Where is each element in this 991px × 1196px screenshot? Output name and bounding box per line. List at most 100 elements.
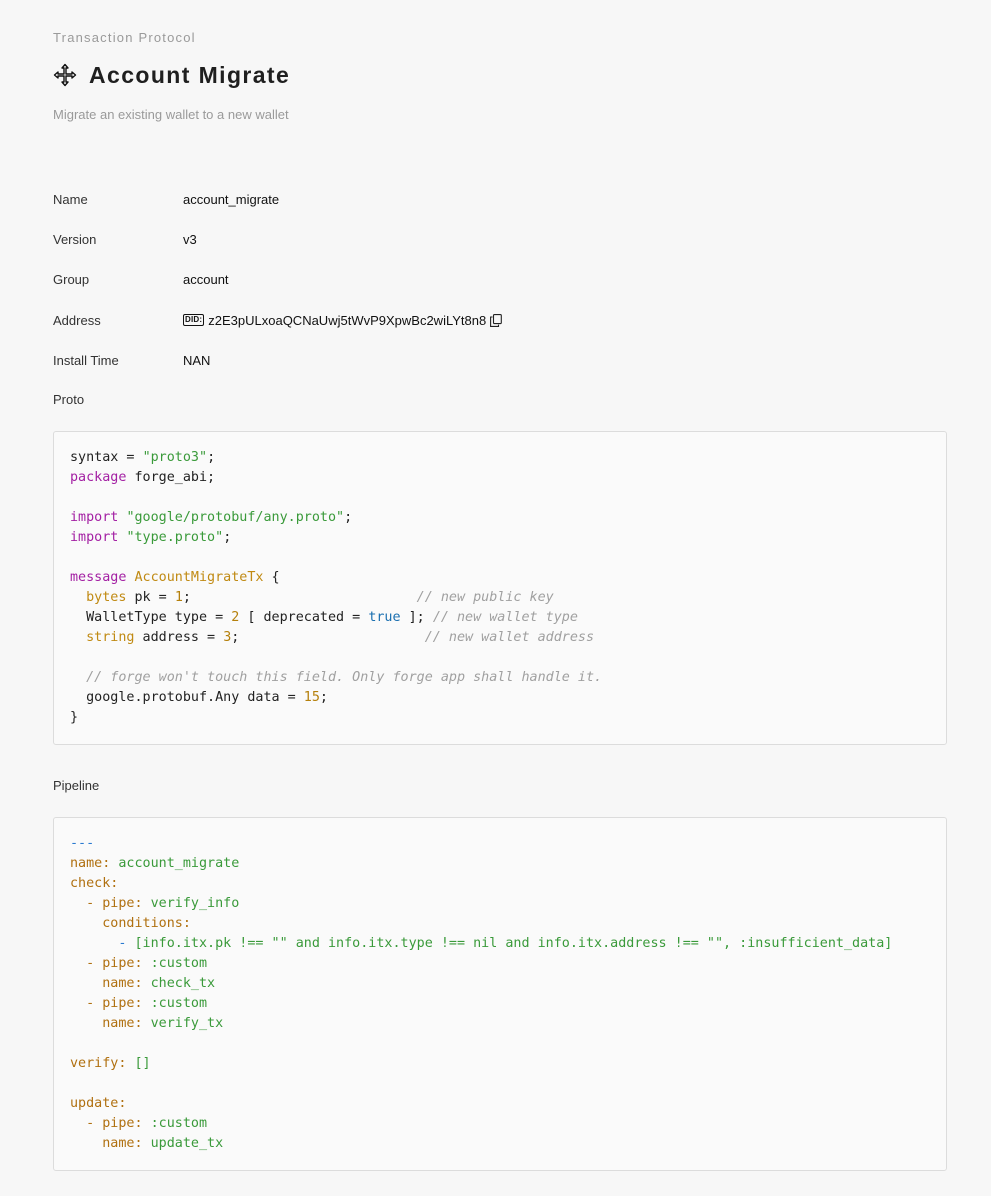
pipeline-code-token: name:: [102, 976, 143, 991]
pipeline-code-line: name: account_migrate: [70, 854, 930, 874]
name-label: Name: [53, 191, 88, 207]
proto-code-token: true: [368, 610, 401, 625]
proto-code-token: [70, 670, 86, 685]
pipeline-code-token: [70, 1136, 102, 1151]
proto-code-token: import: [70, 530, 119, 545]
pipeline-code-line: [70, 1034, 930, 1054]
pipeline-code-token: [70, 916, 102, 931]
proto-code-token: import: [70, 510, 119, 525]
pipeline-code-line: update:: [70, 1094, 930, 1114]
pipeline-code-token: :custom: [142, 1116, 208, 1131]
pipeline-code-line: name: update_tx: [70, 1134, 930, 1154]
pipeline-code-token: verify_info: [142, 896, 240, 911]
proto-code-token: }: [70, 710, 79, 725]
install-time-value: NAN: [183, 352, 211, 368]
pipeline-code-token: :custom: [142, 956, 208, 971]
pipeline-code-token: account_migrate: [110, 856, 240, 871]
pipeline-code-line: - pipe: :custom: [70, 994, 930, 1014]
proto-code-line: syntax = "proto3";: [70, 448, 930, 468]
pipeline-code-token: -: [118, 936, 135, 951]
pipeline-code-line: [70, 1074, 930, 1094]
pipeline-code-line: name: check_tx: [70, 974, 930, 994]
proto-code-token: [126, 570, 134, 585]
proto-code-token: 1: [174, 590, 183, 605]
pipeline-code-token: update:: [70, 1096, 127, 1111]
proto-code-token: forge_abi;: [126, 470, 216, 485]
address-value[interactable]: z2E3pULxoaQCNaUwj5tWvP9XpwBc2wiLYt8n8: [208, 313, 486, 328]
address-label: Address: [53, 312, 101, 328]
proto-code-token: google.protobuf.Any data =: [70, 690, 304, 705]
proto-code-token: message: [70, 570, 127, 585]
proto-code-line: google.protobuf.Any data = 15;: [70, 688, 930, 708]
detail-row-address: Address DID: z2E3pULxoaQCNaUwj5tWvP9XpwB…: [53, 310, 503, 330]
pipeline-label: Pipeline: [53, 778, 100, 793]
pipeline-code-line: verify: []: [70, 1054, 930, 1074]
proto-code-line: [70, 548, 930, 568]
proto-code-token: [70, 630, 86, 645]
pipeline-code-token: [70, 896, 86, 911]
detail-row-group: Group account: [53, 269, 229, 289]
pipeline-code-token: - pipe:: [86, 896, 143, 911]
detail-row-name: Name account_migrate: [53, 189, 279, 209]
copy-icon[interactable]: [490, 313, 503, 327]
pipeline-code-token: name:: [102, 1016, 143, 1031]
pipeline-code-line: check:: [70, 874, 930, 894]
pipeline-code-token: name:: [70, 856, 111, 871]
detail-row-install-time: Install Time NAN: [53, 350, 210, 370]
move-arrows-icon: [53, 63, 77, 87]
pipeline-code-token: [info.itx.pk !== "" and info.itx.type !=…: [134, 936, 893, 951]
proto-code-token: // forge won't touch this field. Only fo…: [86, 670, 603, 685]
pipeline-code-token: [70, 1016, 102, 1031]
pipeline-code-line: - pipe: :custom: [70, 954, 930, 974]
proto-code-line: string address = 3; // new wallet addres…: [70, 628, 930, 648]
proto-code-token: address =: [134, 630, 224, 645]
page-eyebrow: Transaction Protocol: [53, 30, 196, 45]
pipeline-code-token: verify:: [70, 1056, 127, 1071]
proto-code-token: "google/protobuf/any.proto": [126, 510, 345, 525]
proto-code-token: ];: [400, 610, 433, 625]
pipeline-code-token: check_tx: [142, 976, 216, 991]
proto-code-line: }: [70, 708, 930, 728]
pipeline-code-token: name:: [102, 1136, 143, 1151]
proto-code-token: string: [86, 630, 135, 645]
pipeline-code-token: conditions:: [102, 916, 191, 931]
pipeline-code-token: [70, 1116, 86, 1131]
pipeline-code-token: []: [126, 1056, 151, 1071]
proto-code-token: ;: [319, 690, 328, 705]
proto-code-line: WalletType type = 2 [ deprecated = true …: [70, 608, 930, 628]
did-badge: DID:: [183, 314, 205, 326]
pipeline-code-line: - pipe: verify_info: [70, 894, 930, 914]
pipeline-code-token: [70, 956, 86, 971]
proto-code-line: bytes pk = 1; // new public key: [70, 588, 930, 608]
proto-code-token: syntax =: [70, 450, 143, 465]
pipeline-code-line: - pipe: :custom: [70, 1114, 930, 1134]
page-description: Migrate an existing wallet to a new wall…: [53, 107, 289, 122]
pipeline-code-token: verify_tx: [142, 1016, 224, 1031]
proto-code-line: message AccountMigrateTx {: [70, 568, 930, 588]
pipeline-code-line: - [info.itx.pk !== "" and info.itx.type …: [70, 934, 930, 954]
proto-code-line: import "type.proto";: [70, 528, 930, 548]
proto-code-line: import "google/protobuf/any.proto";: [70, 508, 930, 528]
group-label: Group: [53, 271, 90, 287]
pipeline-code-token: check:: [70, 876, 119, 891]
proto-code-token: [ deprecated =: [239, 610, 369, 625]
pipeline-code-block[interactable]: --- name: account_migrate check: - pipe: v…: [53, 817, 947, 1171]
proto-code-token: ;: [207, 450, 216, 465]
proto-code-token: pk =: [126, 590, 175, 605]
pipeline-code-line: conditions:: [70, 914, 930, 934]
proto-code-token: "type.proto": [126, 530, 224, 545]
pipeline-code-line: ---: [70, 834, 930, 854]
proto-code-token: ;: [182, 590, 417, 605]
pipeline-code-token: - pipe:: [86, 1116, 143, 1131]
proto-code-block[interactable]: syntax = "proto3"; package forge_abi; imp…: [53, 431, 947, 745]
proto-code-token: // new wallet address: [424, 630, 595, 645]
address-value-group: DID: z2E3pULxoaQCNaUwj5tWvP9XpwBc2wiLYt8…: [183, 313, 503, 328]
version-label: Version: [53, 231, 97, 247]
pipeline-code-token: - pipe:: [86, 956, 143, 971]
proto-code-token: ;: [231, 630, 425, 645]
proto-code-token: "proto3": [142, 450, 208, 465]
name-value: account_migrate: [183, 191, 280, 207]
pipeline-code-token: [70, 976, 102, 991]
pipeline-code-token: :custom: [142, 996, 208, 1011]
proto-code-token: package: [70, 470, 127, 485]
